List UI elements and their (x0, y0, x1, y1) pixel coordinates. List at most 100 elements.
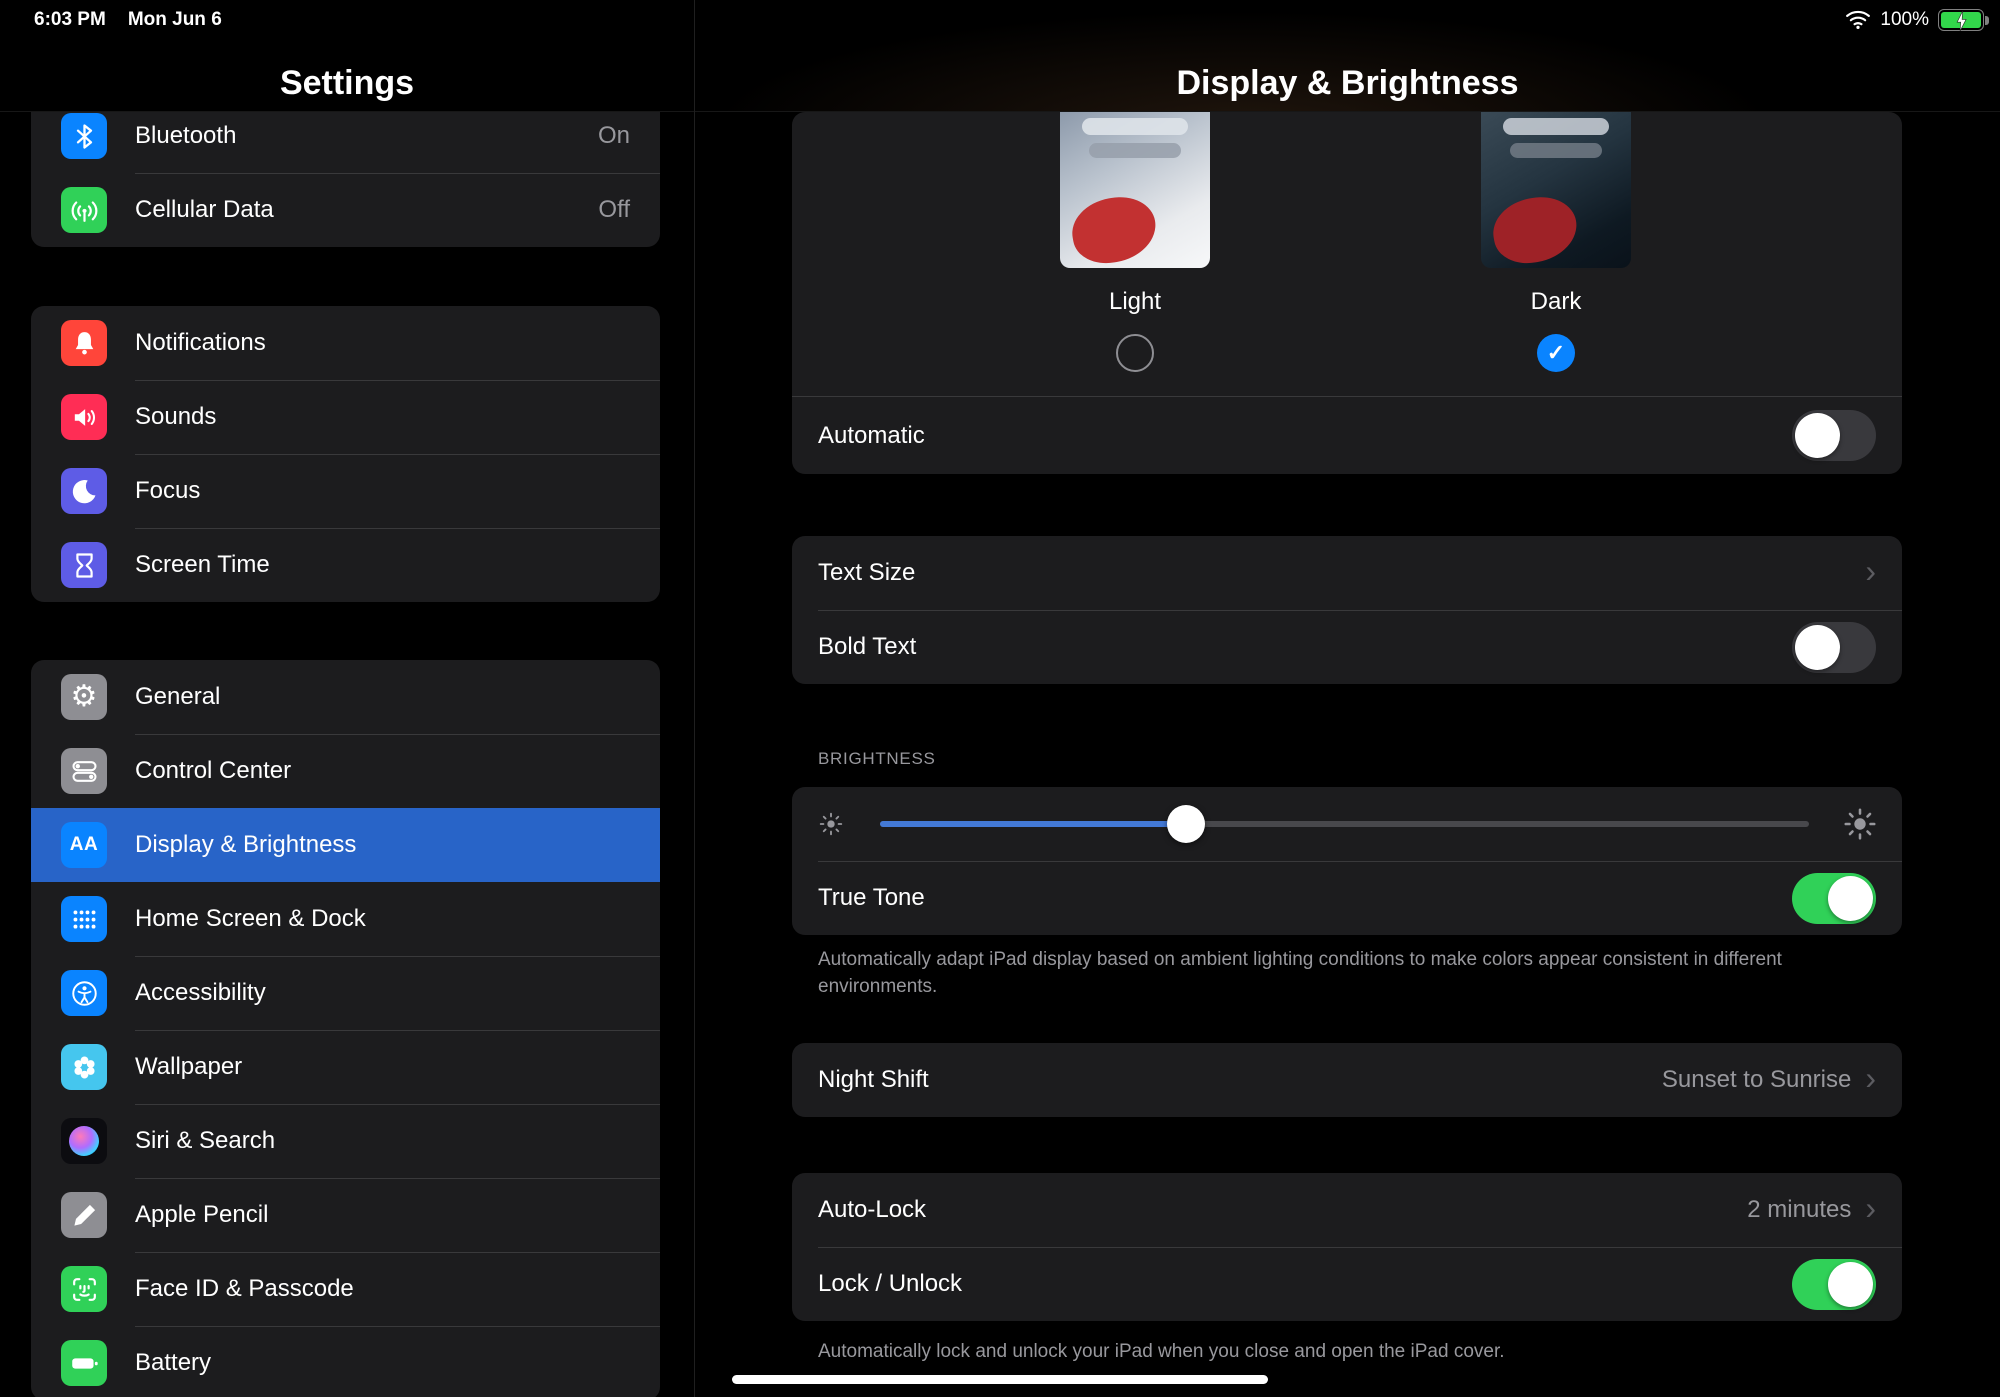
battery-tip (1985, 16, 1989, 25)
sidebar-item-home-screen-dock[interactable]: Home Screen & Dock (31, 882, 660, 956)
text-size-row[interactable]: Text Size › (792, 536, 1902, 610)
home-screen-dock-icon (61, 896, 107, 942)
sidebar-item-label: Notifications (135, 329, 266, 357)
settings-sidebar: Settings Bluetooth On C (0, 0, 695, 1397)
status-date: Mon Jun 6 (128, 9, 222, 31)
brightness-high-icon (1842, 806, 1878, 842)
wallpaper-icon (61, 1044, 107, 1090)
wifi-icon (1845, 10, 1871, 30)
locking-section: Auto-Lock 2 minutes › Lock / Unlock (792, 1173, 1902, 1321)
appearance-section: Light Dark ✓ Automatic (792, 112, 1902, 474)
bold-text-row: Bold Text (792, 610, 1902, 684)
sidebar-item-notifications[interactable]: Notifications (31, 306, 660, 380)
automatic-row: Automatic (792, 396, 1902, 474)
sidebar-group-notifications: Notifications Sounds Focus Screen Time (31, 306, 660, 602)
battery-charging-icon (1938, 9, 1984, 31)
sidebar-item-label: Accessibility (135, 979, 266, 1007)
sidebar-item-control-center[interactable]: Control Center (31, 734, 660, 808)
sidebar-item-label: Cellular Data (135, 196, 274, 224)
light-radio-button[interactable] (1116, 334, 1154, 372)
thumbnail-widget-bar (1082, 118, 1188, 135)
sidebar-item-value: Off (598, 196, 660, 224)
auto-lock-label: Auto-Lock (818, 1196, 926, 1224)
sidebar-item-label: Face ID & Passcode (135, 1275, 354, 1303)
automatic-toggle[interactable] (1792, 410, 1876, 461)
gear-icon: ⚙ (61, 674, 107, 720)
pencil-icon (61, 1192, 107, 1238)
hourglass-icon (61, 542, 107, 588)
sidebar-group-general: ⚙ General Control Center AA Display & Br… (31, 660, 660, 1397)
brightness-low-icon (818, 811, 844, 837)
battery-icon (61, 1340, 107, 1386)
sidebar-item-label: Battery (135, 1349, 211, 1377)
cellular-icon (61, 187, 107, 233)
lock-unlock-footer: Automatically lock and unlock your iPad … (818, 1338, 1874, 1365)
sidebar-item-label: Home Screen & Dock (135, 905, 366, 933)
brightness-section: True Tone (792, 787, 1902, 935)
lock-unlock-toggle[interactable] (1792, 1259, 1876, 1310)
battery-percentage: 100% (1880, 9, 1929, 31)
brightness-slider-knob[interactable] (1167, 805, 1205, 843)
sidebar-item-battery[interactable]: Battery (31, 1326, 660, 1397)
brightness-slider-track[interactable] (880, 821, 1809, 827)
sidebar-item-wallpaper[interactable]: Wallpaper (31, 1030, 660, 1104)
night-shift-row[interactable]: Night Shift Sunset to Sunrise › (792, 1043, 1902, 1117)
wallpaper-blob (1488, 191, 1582, 268)
brightness-section-header: BRIGHTNESS (818, 749, 936, 769)
sidebar-item-display-brightness[interactable]: AA Display & Brightness (31, 808, 660, 882)
appearance-light-thumbnail[interactable] (1060, 112, 1210, 268)
display-brightness-pane: Display & Brightness Light Dark ✓ Automa… (695, 0, 2000, 1397)
brightness-slider-fill (880, 821, 1186, 827)
sidebar-item-face-id-passcode[interactable]: Face ID & Passcode (31, 1252, 660, 1326)
bluetooth-icon (61, 113, 107, 159)
sidebar-item-label: Bluetooth (135, 122, 236, 150)
page-title: Display & Brightness (695, 64, 2000, 103)
sidebar-item-label: Focus (135, 477, 200, 505)
sidebar-item-label: Wallpaper (135, 1053, 242, 1081)
chevron-right-icon: › (1865, 1062, 1876, 1094)
status-bar: 6:03 PM Mon Jun 6 100% (0, 0, 2000, 40)
auto-lock-value: 2 minutes (1747, 1196, 1851, 1224)
sidebar-item-label: Screen Time (135, 551, 270, 579)
text-settings-section: Text Size › Bold Text (792, 536, 1902, 684)
light-label: Light (1060, 288, 1210, 316)
sidebar-item-siri-search[interactable]: Siri & Search (31, 1104, 660, 1178)
dark-label: Dark (1481, 288, 1631, 316)
night-shift-label: Night Shift (818, 1066, 929, 1094)
auto-lock-row[interactable]: Auto-Lock 2 minutes › (792, 1173, 1902, 1247)
sidebar-item-label: General (135, 683, 220, 711)
checkmark-icon: ✓ (1547, 340, 1565, 366)
sidebar-item-accessibility[interactable]: Accessibility (31, 956, 660, 1030)
automatic-label: Automatic (818, 422, 925, 450)
thumbnail-widget-bar (1089, 143, 1181, 158)
control-center-icon (61, 748, 107, 794)
speaker-icon (61, 394, 107, 440)
sidebar-item-cellular-data[interactable]: Cellular Data Off (31, 173, 660, 247)
thumbnail-widget-bar (1503, 118, 1609, 135)
sidebar-item-apple-pencil[interactable]: Apple Pencil (31, 1178, 660, 1252)
sidebar-item-focus[interactable]: Focus (31, 454, 660, 528)
sidebar-item-label: Sounds (135, 403, 216, 431)
true-tone-toggle[interactable] (1792, 873, 1876, 924)
lock-unlock-row: Lock / Unlock (792, 1247, 1902, 1321)
sidebar-item-sounds[interactable]: Sounds (31, 380, 660, 454)
home-indicator[interactable] (732, 1375, 1268, 1384)
night-shift-value: Sunset to Sunrise (1662, 1066, 1851, 1094)
thumbnail-widget-bar (1510, 143, 1602, 158)
bold-text-toggle[interactable] (1792, 622, 1876, 673)
true-tone-label: True Tone (818, 884, 925, 912)
text-size-label: Text Size (818, 559, 915, 587)
sidebar-item-screen-time[interactable]: Screen Time (31, 528, 660, 602)
status-right: 100% (1845, 9, 1984, 31)
moon-icon (61, 468, 107, 514)
appearance-dark-thumbnail[interactable] (1481, 112, 1631, 268)
chevron-right-icon: › (1865, 1192, 1876, 1224)
sidebar-item-general[interactable]: ⚙ General (31, 660, 660, 734)
sidebar-item-label: Siri & Search (135, 1127, 275, 1155)
dark-radio-button-selected[interactable]: ✓ (1537, 334, 1575, 372)
siri-icon (61, 1118, 107, 1164)
status-left: 6:03 PM Mon Jun 6 (34, 9, 222, 31)
lock-unlock-label: Lock / Unlock (818, 1270, 962, 1298)
sidebar-title: Settings (0, 64, 694, 103)
true-tone-row: True Tone (792, 861, 1902, 935)
